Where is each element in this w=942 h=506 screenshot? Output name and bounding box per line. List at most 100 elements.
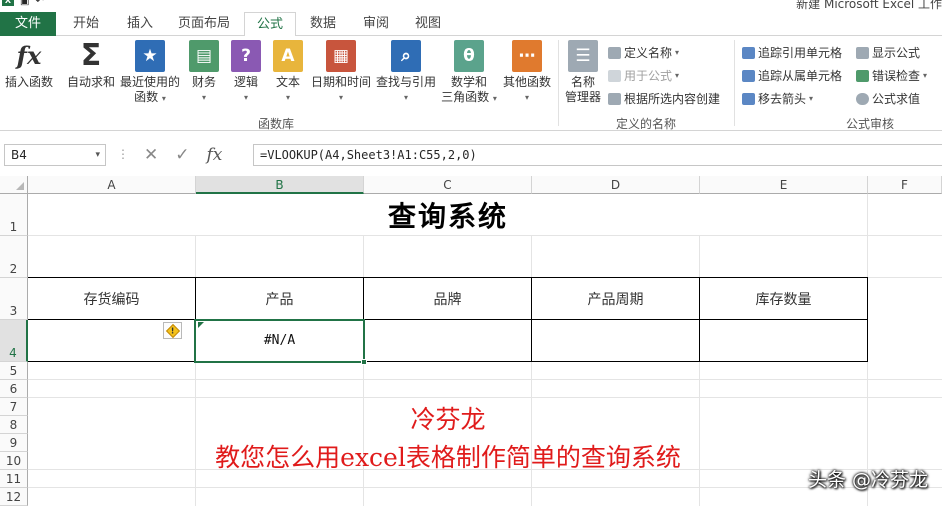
column-header-e[interactable]: E	[700, 176, 868, 194]
save-icon[interactable]: ▣	[20, 0, 29, 7]
column-header-b[interactable]: B	[196, 176, 364, 194]
more-functions-button[interactable]: ⋯ 其他函数 ▾	[500, 40, 554, 105]
column-header-c[interactable]: C	[364, 176, 532, 194]
table-border	[867, 277, 868, 362]
row-header-3[interactable]: 3	[0, 278, 28, 320]
trace-dependents-icon	[742, 69, 755, 82]
more-functions-icon: ⋯	[512, 40, 542, 72]
tab-review[interactable]: 审阅	[350, 12, 402, 36]
insert-function-icon[interactable]: fx	[207, 145, 223, 165]
name-box[interactable]: B4 ▾	[4, 144, 106, 166]
remove-arrows-icon	[742, 92, 755, 105]
name-manager-icon: ☰	[568, 40, 598, 72]
quick-access-toolbar: X ▣ ↶	[2, 0, 44, 7]
error-warning-icon[interactable]: !	[163, 322, 182, 339]
header-cell-product[interactable]: 产品	[196, 278, 363, 319]
header-cell-product-cycle[interactable]: 产品周期	[532, 278, 699, 319]
evaluate-formula-button[interactable]: 公式求值	[856, 90, 920, 107]
row-header-10[interactable]: 10	[0, 452, 28, 470]
select-all-button[interactable]	[0, 176, 28, 194]
row-header-9[interactable]: 9	[0, 434, 28, 452]
show-formulas-button[interactable]: 显示公式	[856, 44, 920, 61]
chevron-down-icon: ▾	[201, 93, 206, 102]
group-label-defined-names: 定义的名称	[616, 117, 677, 131]
error-checking-icon	[856, 69, 869, 82]
row-header-11[interactable]: 11	[0, 470, 28, 488]
recently-used-button[interactable]: ★ 最近使用的 函数 ▾	[118, 40, 182, 106]
insert-function-button[interactable]: fx 插入函数	[2, 40, 56, 90]
chevron-down-icon: ▾	[675, 48, 680, 57]
text-button[interactable]: A 文本 ▾	[268, 40, 308, 105]
cancel-icon[interactable]: ✕	[144, 145, 158, 165]
group-label-function-library: 函数库	[258, 117, 295, 131]
chevron-down-icon: ▾	[243, 93, 248, 102]
row-header-1[interactable]: 1	[0, 194, 28, 236]
sheet-title-cell[interactable]: 查询系统	[28, 194, 868, 236]
tab-formulas[interactable]: 公式	[244, 12, 296, 37]
trace-dependents-button[interactable]: 追踪从属单元格	[742, 67, 842, 84]
chevron-down-icon[interactable]: ▾	[95, 145, 100, 165]
row-header-12[interactable]: 12	[0, 488, 28, 506]
row-header-6[interactable]: 6	[0, 380, 28, 398]
tab-insert[interactable]: 插入	[114, 12, 166, 36]
chevron-down-icon: ▾	[809, 94, 814, 103]
promo-author: 冷芬龙	[410, 405, 486, 434]
define-name-button[interactable]: 定义名称 ▾	[608, 44, 679, 61]
chevron-down-icon: ▾	[161, 94, 166, 103]
header-cell-stock-quantity[interactable]: 库存数量	[700, 278, 867, 319]
column-header-a[interactable]: A	[28, 176, 196, 194]
sigma-icon: Σ	[80, 38, 102, 73]
tab-page-layout[interactable]: 页面布局	[166, 12, 242, 36]
column-header-f[interactable]: F	[868, 176, 942, 194]
promo-subtitle: 教您怎么用excel表格制作简单的查询系统	[215, 443, 681, 472]
row-header-4[interactable]: 4	[0, 320, 28, 362]
logical-button[interactable]: ? 逻辑 ▾	[226, 40, 266, 105]
lookup-icon: ⌕	[391, 40, 421, 72]
tab-file[interactable]: 文件	[0, 12, 56, 36]
row-header-7[interactable]: 7	[0, 398, 28, 416]
autosum-button[interactable]: Σ 自动求和	[64, 40, 118, 90]
chevron-down-icon: ▾	[403, 93, 408, 102]
sheet-title: 查询系统	[387, 200, 508, 233]
math-trig-button[interactable]: θ 数学和 三角函数 ▾	[438, 40, 500, 106]
formula-bar: B4 ▾ ⋮ ✕ ✓ fx =VLOOKUP(A4,Sheet3!A1:C55,…	[0, 142, 942, 168]
chevron-down-icon: ▾	[492, 94, 497, 103]
trace-precedents-icon	[742, 46, 755, 59]
name-manager-button[interactable]: ☰ 名称 管理器	[560, 40, 606, 105]
date-time-button[interactable]: ▦ 日期和时间 ▾	[308, 40, 374, 105]
formula-bar-resize-handle[interactable]: ⋮	[117, 147, 129, 161]
group-label-formula-auditing: 公式审核	[846, 117, 895, 131]
worksheet-grid[interactable]: A B C D E F 1 2 3 4 5 6 7 8 9 10 11 12 查…	[0, 176, 942, 506]
create-from-selection-button[interactable]: 根据所选内容创建	[608, 90, 720, 107]
use-in-formula-button[interactable]: 用于公式 ▾	[608, 67, 679, 84]
lookup-reference-button[interactable]: ⌕ 查找与引用 ▾	[374, 40, 438, 105]
financial-button[interactable]: ▤ 财务 ▾	[184, 40, 224, 105]
chevron-down-icon: ▾	[675, 71, 680, 80]
tab-home[interactable]: 开始	[58, 12, 114, 36]
tab-view[interactable]: 视图	[402, 12, 454, 36]
formula-buttons: ✕ ✓ fx	[134, 144, 246, 166]
show-formulas-icon	[856, 46, 869, 59]
finance-icon: ▤	[189, 40, 219, 72]
trace-precedents-button[interactable]: 追踪引用单元格	[742, 44, 842, 61]
chevron-down-icon: ▾	[524, 93, 529, 102]
row-header-5[interactable]: 5	[0, 362, 28, 380]
fx-icon: fx	[16, 41, 42, 70]
remove-arrows-button[interactable]: 移去箭头 ▾	[742, 90, 813, 107]
tag-icon	[608, 46, 621, 59]
formula-input[interactable]: =VLOOKUP(A4,Sheet3!A1:C55,2,0)	[253, 144, 942, 166]
header-cell-brand[interactable]: 品牌	[364, 278, 531, 319]
column-header-d[interactable]: D	[532, 176, 700, 194]
ribbon-formulas: fx 插入函数 Σ 自动求和 ★ 最近使用的 函数 ▾ ▤ 财务 ▾ ? 逻辑 …	[0, 36, 942, 131]
table-border	[28, 361, 868, 362]
header-cell-inventory-code[interactable]: 存货编码	[28, 278, 195, 319]
confirm-icon[interactable]: ✓	[175, 145, 189, 165]
row-header-2[interactable]: 2	[0, 236, 28, 278]
fill-handle[interactable]	[361, 359, 367, 365]
tab-data[interactable]: 数据	[298, 12, 348, 36]
undo-icon[interactable]: ↶	[35, 0, 43, 7]
error-checking-button[interactable]: 错误检查 ▾	[856, 67, 927, 84]
gridline	[28, 397, 942, 398]
math-icon: θ	[454, 40, 484, 72]
row-header-8[interactable]: 8	[0, 416, 28, 434]
